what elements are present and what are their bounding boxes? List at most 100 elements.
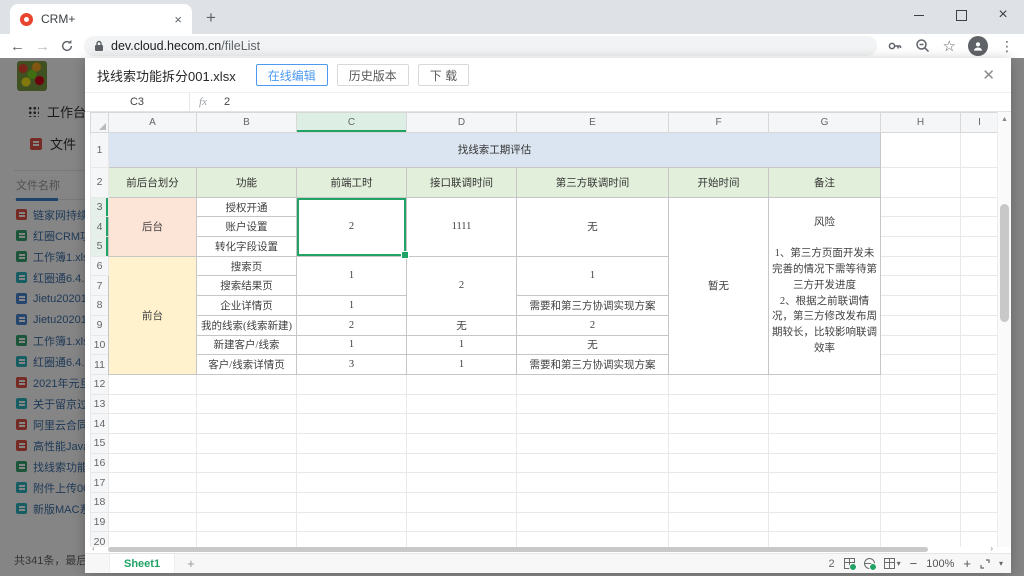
cell-c6[interactable]: 1 <box>297 256 407 295</box>
cell-d9[interactable]: 无 <box>407 315 517 335</box>
row-header[interactable]: 6 <box>91 256 109 276</box>
row-header[interactable]: 10 <box>91 335 109 355</box>
column-header-b[interactable]: B <box>197 113 297 133</box>
cell-d6[interactable]: 2 <box>407 256 517 315</box>
row-header[interactable]: 18 <box>91 493 109 513</box>
cell-b10[interactable]: 新建客户/线索 <box>197 335 297 355</box>
online-edit-button[interactable]: 在线编辑 <box>256 64 328 86</box>
window-close-button[interactable]: × <box>982 0 1024 30</box>
header-cell[interactable]: 备注 <box>769 167 881 197</box>
column-header-g[interactable]: G <box>769 113 881 133</box>
cell-c10[interactable]: 1 <box>297 335 407 355</box>
cell-e11[interactable]: 需要和第三方协调实现方案 <box>517 355 669 375</box>
row-header[interactable]: 2 <box>91 167 109 197</box>
column-header-f[interactable]: F <box>669 113 769 133</box>
row-header[interactable]: 8 <box>91 296 109 316</box>
history-version-button[interactable]: 历史版本 <box>337 64 409 86</box>
header-cell[interactable]: 功能 <box>197 167 297 197</box>
header-cell[interactable]: 第三方联调时间 <box>517 167 669 197</box>
row-header[interactable]: 12 <box>91 374 109 394</box>
column-header-e[interactable]: E <box>517 113 669 133</box>
cell-d10[interactable]: 1 <box>407 335 517 355</box>
row-header[interactable]: 17 <box>91 473 109 493</box>
select-all-corner[interactable] <box>91 113 109 133</box>
header-cell[interactable]: 前端工时 <box>297 167 407 197</box>
add-sheet-icon[interactable]: + <box>187 556 195 571</box>
forward-icon[interactable]: → <box>35 39 50 54</box>
row-header[interactable]: 11 <box>91 355 109 375</box>
vertical-scrollbar[interactable]: ▲ <box>997 112 1011 547</box>
row-header[interactable]: 19 <box>91 512 109 532</box>
cell-a3-backend[interactable]: 后台 <box>109 197 197 256</box>
cell-c11[interactable]: 3 <box>297 355 407 375</box>
window-restore-button[interactable] <box>940 0 982 30</box>
cell-b6[interactable]: 搜索页 <box>197 256 297 276</box>
download-button[interactable]: 下 载 <box>418 64 469 86</box>
zoom-out-button[interactable]: − <box>910 557 918 570</box>
cell-b11[interactable]: 客户/线索详情页 <box>197 355 297 375</box>
zoom-in-button[interactable]: + <box>963 557 971 570</box>
tab-close-icon[interactable]: × <box>174 13 182 26</box>
column-header-c[interactable]: C <box>297 113 407 133</box>
row-header[interactable]: 15 <box>91 433 109 453</box>
scroll-right-icon[interactable]: › <box>990 544 993 553</box>
profile-avatar[interactable] <box>968 36 988 56</box>
row-header[interactable]: 1 <box>91 132 109 167</box>
zoom-out-icon[interactable] <box>915 38 931 54</box>
sheet-title-cell[interactable]: 找线索工期评估 <box>109 132 881 167</box>
cell-c9[interactable]: 2 <box>297 315 407 335</box>
selected-cell-c3[interactable]: 2 <box>297 197 407 256</box>
bookmark-star-icon[interactable]: ☆ <box>943 37 956 55</box>
fullscreen-icon[interactable] <box>980 559 990 569</box>
cell-name-box[interactable]: C3 <box>85 93 190 111</box>
column-header-h[interactable]: H <box>881 113 961 133</box>
row-header[interactable]: 7 <box>91 276 109 296</box>
row-header[interactable]: 16 <box>91 453 109 473</box>
cell-d11[interactable]: 1 <box>407 355 517 375</box>
cell-style-status-icon[interactable] <box>844 558 855 569</box>
vertical-scroll-thumb[interactable] <box>1000 204 1009 322</box>
cell-b3[interactable]: 授权开通 <box>197 197 297 217</box>
row-header[interactable]: 13 <box>91 394 109 414</box>
scroll-up-icon[interactable]: ▲ <box>998 112 1011 126</box>
horizontal-scroll-thumb[interactable] <box>108 547 928 552</box>
grid-view-caret-icon[interactable]: ▾ <box>897 559 901 568</box>
cell-b8[interactable]: 企业详情页 <box>197 296 297 316</box>
horizontal-scrollbar[interactable]: ‹ › <box>90 547 1011 553</box>
sheet-tab[interactable]: Sheet1 <box>109 554 175 573</box>
column-header-d[interactable]: D <box>407 113 517 133</box>
cell-e9[interactable]: 2 <box>517 315 669 335</box>
sync-status-icon[interactable] <box>864 558 875 569</box>
browser-tab[interactable]: CRM+ × <box>10 4 192 34</box>
footer-menu-caret-icon[interactable]: ▾ <box>999 559 1003 568</box>
column-header-i[interactable]: I <box>961 113 999 133</box>
formula-input[interactable]: 2 <box>216 96 230 108</box>
column-header-a[interactable]: A <box>109 113 197 133</box>
password-key-icon[interactable] <box>887 38 903 54</box>
cell-a6-frontend[interactable]: 前台 <box>109 256 197 374</box>
cell-g3-remark[interactable]: 风险 1、第三方页面开发未完善的情况下需等待第三方开发进度 2、根据之前联调情况… <box>769 197 881 374</box>
cell-c8[interactable]: 1 <box>297 296 407 316</box>
grid-view-icon[interactable] <box>884 558 895 569</box>
browser-menu-icon[interactable]: ⋮ <box>1000 38 1014 55</box>
cell-e10[interactable]: 无 <box>517 335 669 355</box>
refresh-icon[interactable] <box>60 39 74 53</box>
address-bar[interactable]: dev.cloud.hecom.cn/fileList <box>84 36 877 56</box>
fill-handle[interactable] <box>401 251 409 259</box>
cell-b4[interactable]: 账户设置 <box>197 217 297 237</box>
cell-e6[interactable]: 1 <box>517 256 669 295</box>
window-minimize-button[interactable] <box>898 0 940 30</box>
row-header[interactable]: 14 <box>91 414 109 434</box>
header-cell[interactable]: 开始时间 <box>669 167 769 197</box>
header-cell[interactable]: 前后台划分 <box>109 167 197 197</box>
cell-b7[interactable]: 搜索结果页 <box>197 276 297 296</box>
header-cell[interactable]: 接口联调时间 <box>407 167 517 197</box>
dialog-close-icon[interactable]: ✕ <box>978 68 999 83</box>
cell-b9[interactable]: 我的线索(线索新建) <box>197 315 297 335</box>
cell-e3[interactable]: 无 <box>517 197 669 256</box>
cell-d3[interactable]: 1111 <box>407 197 517 256</box>
cell-f3-start-time[interactable]: 暂无 <box>669 197 769 374</box>
cell-b5[interactable]: 转化字段设置 <box>197 237 297 257</box>
row-header[interactable]: 3 <box>91 197 109 217</box>
cell-e8[interactable]: 需要和第三方协调实现方案 <box>517 296 669 316</box>
